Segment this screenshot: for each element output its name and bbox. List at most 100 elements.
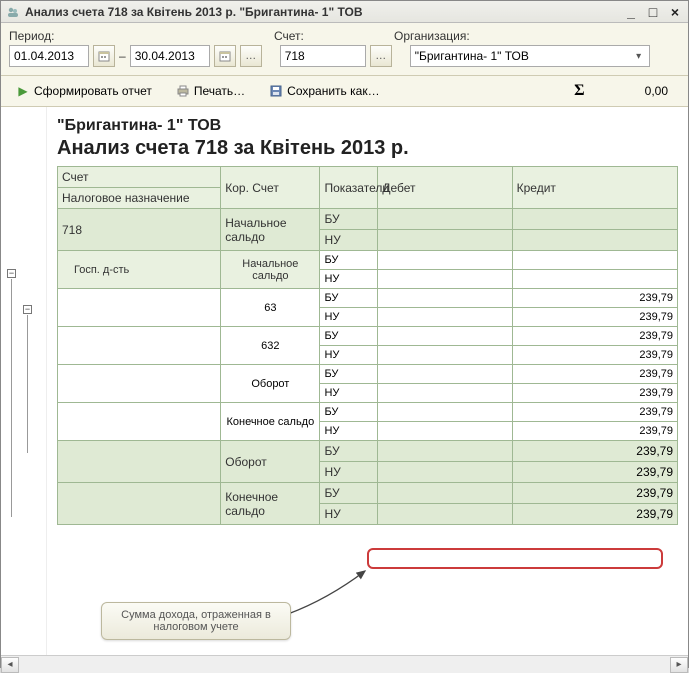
play-icon: ▶ — [16, 84, 30, 98]
outline-line — [27, 315, 28, 453]
row-oborot-s: Оборот — [221, 365, 320, 403]
row-oborot: Оборот — [221, 441, 320, 483]
minimize-button[interactable]: _ — [622, 4, 640, 20]
cell-nu: НУ — [320, 230, 378, 251]
chevron-down-icon[interactable]: ▾ — [631, 48, 647, 64]
period-select-button[interactable]: … — [240, 45, 262, 67]
app-window: Анализ счета 718 за Квітень 2013 р. "Бри… — [0, 0, 689, 668]
cell-empty — [378, 270, 512, 289]
org-value: "Бригантина- 1" ТОВ — [415, 49, 529, 63]
col-tax: Налоговое назначение — [58, 188, 221, 209]
cell-empty — [378, 327, 512, 346]
cell-nu: НУ — [320, 270, 378, 289]
cell-credit: 239,79 — [512, 384, 677, 403]
cell-empty — [378, 308, 512, 327]
cell-nu: НУ — [320, 422, 378, 441]
date-range-dash: – — [119, 49, 126, 63]
cell-nu: НУ — [320, 308, 378, 327]
outline-collapse-button[interactable]: − — [23, 305, 32, 314]
col-account: Счет — [58, 167, 221, 188]
row-start-bal: Начальное сальдо — [221, 209, 320, 251]
save-as-label: Сохранить как… — [287, 84, 379, 98]
cell-empty — [512, 209, 677, 230]
form-report-button[interactable]: ▶ Сформировать отчет — [9, 80, 159, 102]
cell-empty — [378, 483, 512, 504]
cell-bu: БУ — [320, 441, 378, 462]
cell-credit: 239,79 — [512, 327, 677, 346]
row-718: 718 — [58, 209, 221, 251]
scroll-left-button[interactable]: ◂ — [1, 657, 19, 673]
cell-nu: НУ — [320, 346, 378, 365]
cell-nu: НУ — [320, 462, 378, 483]
cell-empty — [378, 346, 512, 365]
cell-credit: 239,79 — [512, 422, 677, 441]
cell-bu: БУ — [320, 403, 378, 422]
calendar-icon — [98, 50, 110, 62]
scroll-track[interactable] — [19, 657, 670, 673]
callout: Сумма дохода, отраженная в налоговом уче… — [101, 602, 291, 640]
cell-empty — [512, 270, 677, 289]
titlebar: Анализ счета 718 за Квітень 2013 р. "Бри… — [1, 1, 688, 23]
cell-bu: БУ — [320, 289, 378, 308]
sum-value: 0,00 — [645, 84, 668, 98]
date-from-input[interactable]: 01.04.2013 — [9, 45, 89, 67]
outline-collapse-button[interactable]: − — [7, 269, 16, 278]
cell-empty — [378, 289, 512, 308]
account-label: Счет: — [274, 29, 394, 43]
cell-empty — [58, 403, 221, 441]
row-k63: 63 — [221, 289, 320, 327]
calendar-icon — [219, 50, 231, 62]
cell-empty — [58, 289, 221, 327]
window-title: Анализ счета 718 за Квітень 2013 р. "Бри… — [25, 5, 363, 19]
cell-empty — [378, 251, 512, 270]
cell-empty — [58, 365, 221, 403]
date-from-picker-button[interactable] — [93, 45, 115, 67]
ellipsis-icon: … — [245, 50, 256, 62]
cell-credit: 239,79 — [512, 308, 677, 327]
callout-text: Сумма дохода, отраженная в налоговом уче… — [121, 609, 271, 633]
cell-credit: 239,79 — [512, 365, 677, 384]
date-to-picker-button[interactable] — [214, 45, 236, 67]
toolbar: ▶ Сформировать отчет Печать… Сохранить к… — [1, 76, 688, 107]
form-report-label: Сформировать отчет — [34, 84, 152, 98]
account-select-button[interactable]: … — [370, 45, 392, 67]
maximize-button[interactable]: □ — [644, 4, 662, 20]
col-debit: Дебет — [378, 167, 512, 209]
cell-bu: БУ — [320, 327, 378, 346]
row-gosp: Госп. д-сть — [58, 251, 221, 289]
people-icon — [5, 4, 21, 20]
save-as-button[interactable]: Сохранить как… — [262, 80, 386, 102]
report-title: Анализ счета 718 за Квітень 2013 р. — [57, 137, 678, 160]
horizontal-scrollbar[interactable]: ◂ ▸ — [1, 655, 688, 673]
cell-nu: НУ — [320, 504, 378, 525]
report-org: "Бригантина- 1" ТОВ — [57, 117, 678, 135]
col-kor: Кор. Счет — [221, 167, 320, 209]
org-input[interactable]: "Бригантина- 1" ТОВ ▾ — [410, 45, 650, 67]
print-button[interactable]: Печать… — [169, 80, 252, 102]
row-endbal-s: Конечное сальдо — [221, 403, 320, 441]
cell-empty — [58, 441, 221, 483]
col-indicators: Показатели — [320, 167, 378, 209]
outline-gutter: − − — [1, 107, 47, 655]
cell-empty — [378, 365, 512, 384]
sigma-icon: Σ — [574, 82, 584, 100]
floppy-icon — [269, 84, 283, 98]
cell-bu: БУ — [320, 483, 378, 504]
cell-empty — [378, 384, 512, 403]
row-endbal: Конечное сальдо — [221, 483, 320, 525]
period-label: Период: — [9, 29, 274, 43]
org-label: Организация: — [394, 29, 470, 43]
cell-credit: 239,79 — [512, 403, 677, 422]
scroll-right-button[interactable]: ▸ — [670, 657, 688, 673]
close-button[interactable]: × — [666, 4, 684, 20]
cell-empty — [378, 462, 512, 483]
cell-empty — [512, 230, 677, 251]
account-input[interactable]: 718 — [280, 45, 366, 67]
row-k632: 632 — [221, 327, 320, 365]
cell-empty — [378, 422, 512, 441]
arrow-icon — [283, 569, 383, 619]
report-table: Счет Кор. Счет Показатели Дебет Кредит Н… — [57, 166, 678, 525]
cell-empty — [58, 483, 221, 525]
outline-line — [11, 279, 12, 517]
date-to-input[interactable]: 30.04.2013 — [130, 45, 210, 67]
